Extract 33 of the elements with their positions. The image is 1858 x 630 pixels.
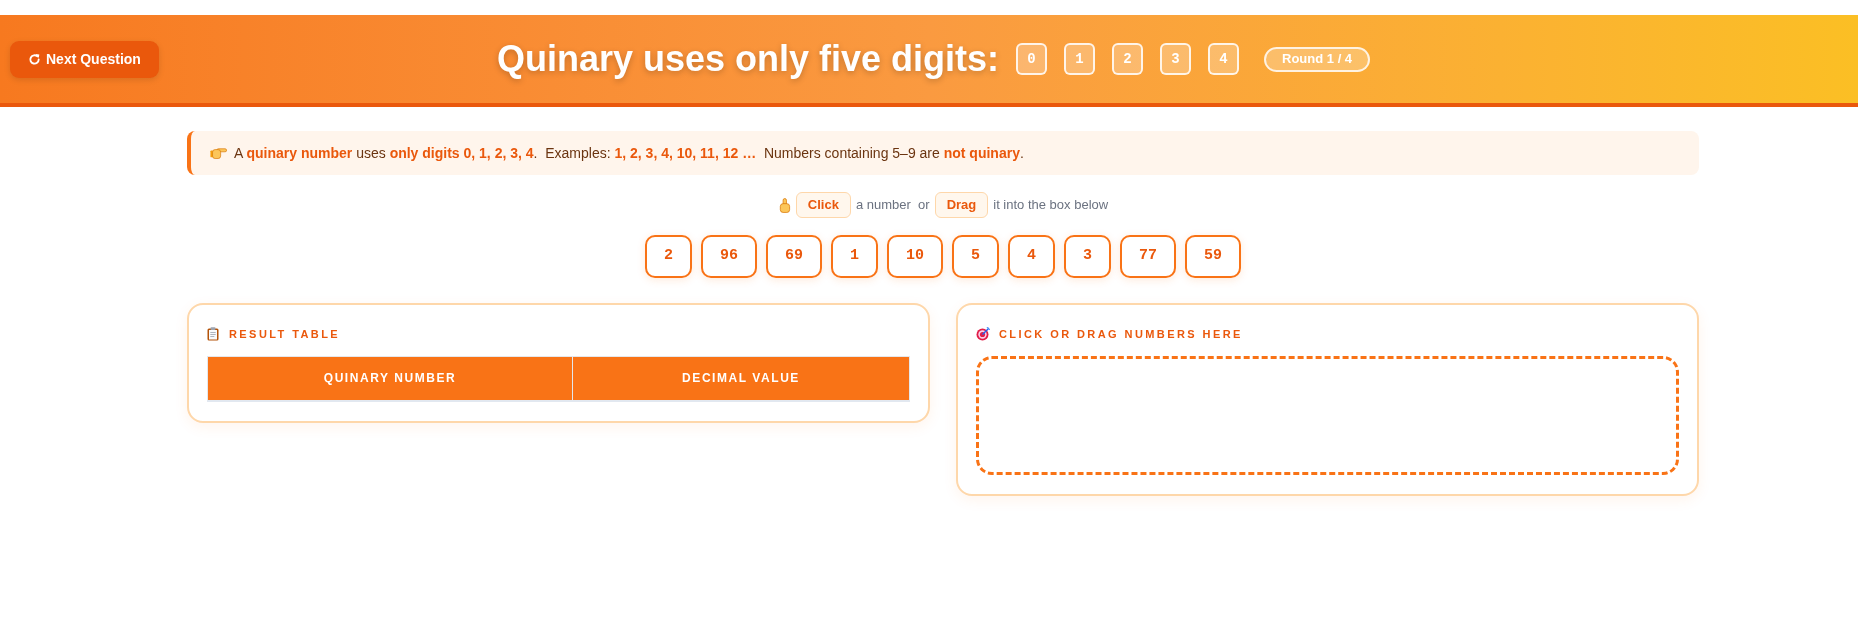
column-header: DECIMAL VALUE — [572, 356, 910, 401]
keyword-chip: Drag — [934, 192, 989, 218]
number-tile[interactable]: 10 — [887, 235, 943, 278]
keyword-chip: Click — [795, 192, 851, 218]
pointing-hand-icon — [210, 146, 227, 160]
drop-zone[interactable] — [976, 356, 1679, 475]
column-header: QUINARY NUMBER — [207, 356, 573, 401]
number-tile[interactable]: 69 — [765, 235, 822, 278]
clipboard-icon — [207, 327, 219, 341]
header-title: Quinary uses only five digits: — [496, 41, 1000, 77]
next-question-button[interactable]: Next Question — [10, 40, 159, 78]
number-tile[interactable]: 5 — [952, 235, 999, 278]
target-icon — [976, 327, 990, 341]
number-tile[interactable]: 2 — [644, 235, 692, 278]
number-tile[interactable]: 3 — [1064, 235, 1112, 278]
digit-tile: 0 — [1016, 43, 1048, 75]
digit-tile: 3 — [1160, 43, 1192, 75]
number-tile[interactable]: 59 — [1185, 235, 1242, 278]
number-tile[interactable]: 4 — [1008, 235, 1056, 278]
card-title: RESULT TABLE — [229, 326, 341, 342]
number-tile[interactable]: 1 — [830, 235, 878, 278]
info-text: A quinary number uses only digits 0, 1, 2, 3, 4. Examples: 1, 2, 3, 4, 10, 11, 12 … Numbers containing 5–9 are not quinary. — [234, 143, 1024, 163]
pointing-hand-icon — [777, 197, 791, 213]
digit-tile: 1 — [1064, 43, 1096, 75]
instruction-text: it into the box below — [993, 196, 1109, 215]
digit-tile: 4 — [1208, 43, 1240, 75]
digit-tile: 2 — [1112, 43, 1144, 75]
number-tile[interactable]: 77 — [1120, 235, 1177, 278]
instruction-text: a number or — [855, 196, 930, 215]
round-badge: Round 1 / 4 — [1264, 46, 1371, 72]
card-title: CLICK OR DRAG NUMBERS HERE — [999, 326, 1243, 342]
refresh-icon — [28, 52, 41, 66]
number-tile[interactable]: 96 — [700, 235, 757, 278]
